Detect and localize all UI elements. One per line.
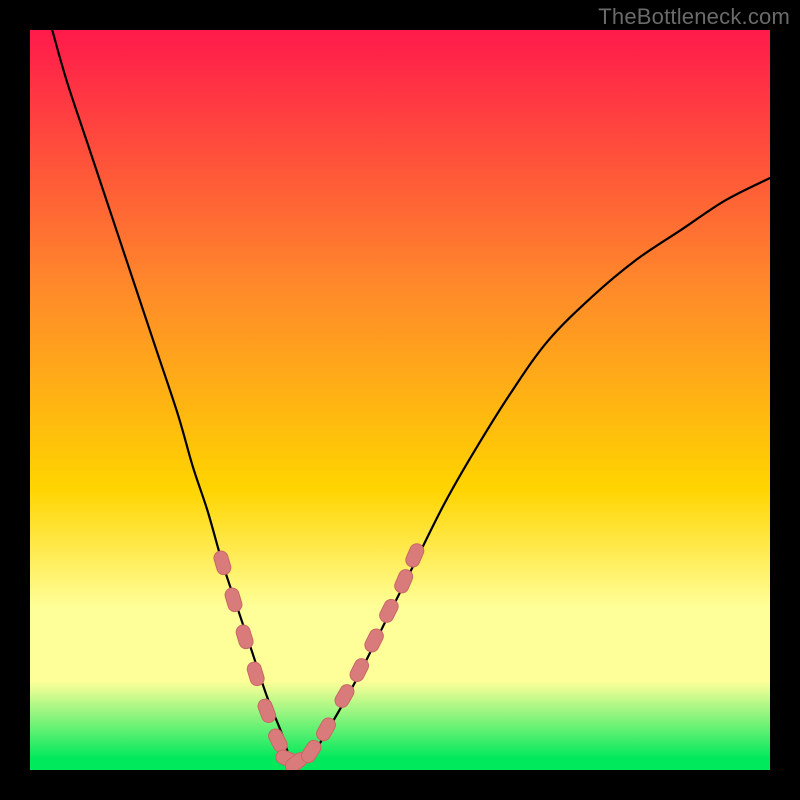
curve-marker — [256, 697, 278, 724]
curve-marker — [212, 549, 232, 576]
curve-marker — [246, 660, 266, 687]
plot-curve-layer — [30, 30, 770, 770]
curve-marker — [362, 627, 385, 655]
curve-marker — [234, 623, 254, 650]
bottleneck-curve — [52, 30, 770, 763]
curve-markers — [212, 542, 426, 770]
curve-marker — [223, 586, 243, 613]
watermark-text: TheBottleneck.com — [598, 4, 790, 30]
chart-stage: TheBottleneck.com — [0, 0, 800, 800]
curve-marker — [377, 597, 400, 625]
plot-frame — [30, 30, 770, 770]
